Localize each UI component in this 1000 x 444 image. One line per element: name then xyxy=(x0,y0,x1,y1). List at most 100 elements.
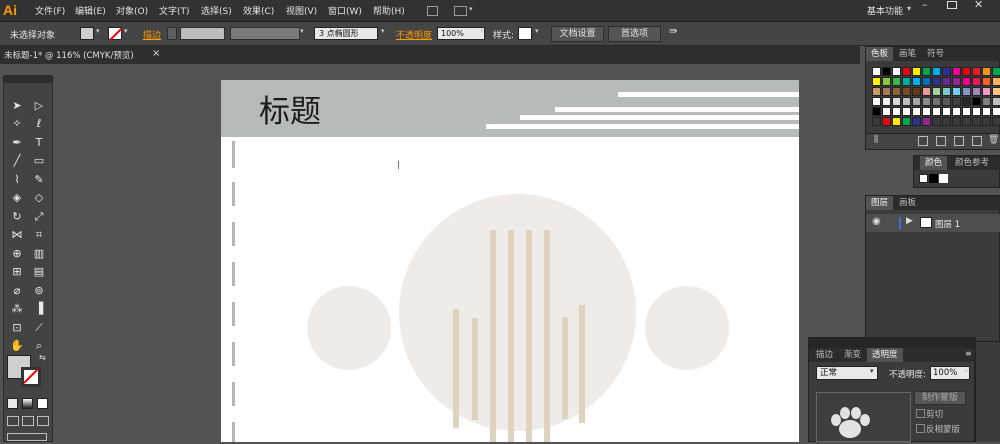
color-swatch[interactable] xyxy=(972,87,981,96)
chevron-down-icon[interactable]: ▾ xyxy=(469,5,473,13)
color-swatch[interactable] xyxy=(962,87,971,96)
color-swatch[interactable] xyxy=(932,117,941,126)
color-swatch[interactable] xyxy=(902,67,911,76)
make-mask-button[interactable]: 制作蒙版 xyxy=(914,391,966,405)
fill-chevron-icon[interactable]: ▾ xyxy=(96,27,100,35)
color-swatch[interactable] xyxy=(942,77,951,86)
color-swatch[interactable] xyxy=(872,67,881,76)
vertical-bar[interactable] xyxy=(472,318,478,420)
stroke-chevron-icon[interactable]: ▾ xyxy=(124,27,128,35)
color-swatch[interactable] xyxy=(892,77,901,86)
tab-symbols[interactable]: 符号 xyxy=(922,47,949,61)
color-swatch[interactable] xyxy=(962,107,971,116)
color-swatch[interactable] xyxy=(962,67,971,76)
workspace-switcher[interactable]: 基本功能 xyxy=(867,4,903,17)
color-swatch[interactable] xyxy=(952,117,961,126)
artboard[interactable]: 标题 xyxy=(221,80,799,442)
stroke-weight-chevron-icon[interactable]: ▾ xyxy=(218,27,222,35)
color-swatch[interactable] xyxy=(912,107,921,116)
color-swatch[interactable] xyxy=(882,87,891,96)
menu-edit[interactable]: 编辑(E) xyxy=(75,4,106,17)
tab-swatches[interactable]: 色板 xyxy=(866,47,894,61)
new-swatch-icon[interactable] xyxy=(972,136,982,146)
menu-effect[interactable]: 效果(C) xyxy=(243,4,274,17)
black-swatch[interactable] xyxy=(929,174,938,183)
layer-name[interactable]: 图层 1 xyxy=(935,218,960,230)
menu-help[interactable]: 帮助(H) xyxy=(373,4,405,17)
stroke-swatch[interactable] xyxy=(108,27,122,41)
menu-type[interactable]: 文字(T) xyxy=(159,4,190,17)
variable-width-profile[interactable] xyxy=(230,27,300,40)
color-swatch[interactable] xyxy=(902,87,911,96)
rectangle-tool-icon[interactable]: ▭ xyxy=(30,153,48,169)
color-swatch[interactable] xyxy=(962,77,971,86)
large-circle[interactable] xyxy=(399,194,636,431)
color-swatch[interactable] xyxy=(882,77,891,86)
graphic-style-swatch[interactable] xyxy=(518,27,532,40)
line-tool-icon[interactable]: ╱ xyxy=(8,153,26,169)
header-stripe-1[interactable] xyxy=(618,92,799,97)
symbol-sprayer-tool-icon[interactable]: ⁂ xyxy=(8,301,26,317)
color-swatch[interactable] xyxy=(992,97,1000,106)
dashed-line-segment[interactable] xyxy=(232,422,235,442)
color-swatch[interactable] xyxy=(992,67,1000,76)
color-swatch[interactable] xyxy=(992,117,1000,126)
opacity-chevron-icon[interactable]: ▾ xyxy=(964,367,968,375)
color-swatch[interactable] xyxy=(952,87,961,96)
tools-panel-header[interactable] xyxy=(4,76,52,83)
color-swatch[interactable] xyxy=(922,107,931,116)
color-swatch[interactable] xyxy=(972,67,981,76)
small-circle-left[interactable] xyxy=(307,286,391,370)
transparency-header[interactable] xyxy=(809,338,976,348)
color-swatch[interactable] xyxy=(882,97,891,106)
color-swatch[interactable] xyxy=(892,87,901,96)
menu-select[interactable]: 选择(S) xyxy=(201,4,232,17)
opacity-chevron-icon[interactable]: ▾ xyxy=(480,27,484,35)
arrange-documents-icon[interactable] xyxy=(454,6,467,16)
draw-behind-icon[interactable] xyxy=(22,416,34,426)
color-swatch[interactable] xyxy=(942,87,951,96)
color-swatch[interactable] xyxy=(992,107,1000,116)
color-swatch[interactable] xyxy=(972,107,981,116)
color-swatch[interactable] xyxy=(892,117,901,126)
color-swatch[interactable] xyxy=(902,77,911,86)
stroke-color-box[interactable] xyxy=(21,367,41,387)
color-swatch[interactable] xyxy=(982,77,991,86)
color-swatch[interactable] xyxy=(932,87,941,96)
invert-mask-checkbox[interactable] xyxy=(916,424,925,433)
tab-color-guide[interactable]: 颜色参考 xyxy=(950,156,994,170)
panel-menu-icon[interactable]: ≡ xyxy=(965,349,972,358)
blend-tool-icon[interactable]: ⊚ xyxy=(30,283,48,299)
color-swatch[interactable] xyxy=(952,67,961,76)
color-swatch[interactable] xyxy=(912,67,921,76)
vertical-bar[interactable] xyxy=(508,230,514,442)
visibility-eye-icon[interactable]: ◉ xyxy=(872,216,881,227)
workspace-chevron-icon[interactable]: ▾ xyxy=(907,4,911,13)
screen-mode-icon[interactable] xyxy=(7,433,47,441)
menu-object[interactable]: 对象(O) xyxy=(116,4,148,17)
tab-close-icon[interactable]: × xyxy=(152,48,160,59)
color-swatch[interactable] xyxy=(882,67,891,76)
dashed-line-segment[interactable] xyxy=(232,182,235,206)
color-swatch[interactable] xyxy=(952,107,961,116)
bridge-icon[interactable] xyxy=(427,6,438,16)
small-circle-right[interactable] xyxy=(645,286,729,370)
color-swatch[interactable] xyxy=(932,77,941,86)
color-swatch[interactable] xyxy=(872,87,881,96)
swatch-grid[interactable] xyxy=(872,67,1000,129)
tab-gradient[interactable]: 渐变 xyxy=(839,348,866,362)
blend-mode-select[interactable]: 正常 xyxy=(816,366,878,380)
header-stripe-4[interactable] xyxy=(486,124,799,129)
color-swatch[interactable] xyxy=(902,107,911,116)
stroke-label[interactable]: 描边 xyxy=(143,28,161,41)
color-swatch[interactable] xyxy=(882,117,891,126)
artboard-tool-icon[interactable]: ⊡ xyxy=(8,320,26,336)
blob-brush-tool-icon[interactable]: ◈ xyxy=(8,190,26,206)
brush-definition[interactable]: 3 点椭圆形 xyxy=(314,27,378,40)
color-swatch[interactable] xyxy=(982,117,991,126)
show-kinds-icon[interactable] xyxy=(918,136,928,146)
color-swatch[interactable] xyxy=(942,67,951,76)
color-swatch[interactable] xyxy=(892,107,901,116)
column-graph-tool-icon[interactable]: ▐ xyxy=(30,301,48,317)
free-transform-tool-icon[interactable]: ⌗ xyxy=(30,227,48,243)
